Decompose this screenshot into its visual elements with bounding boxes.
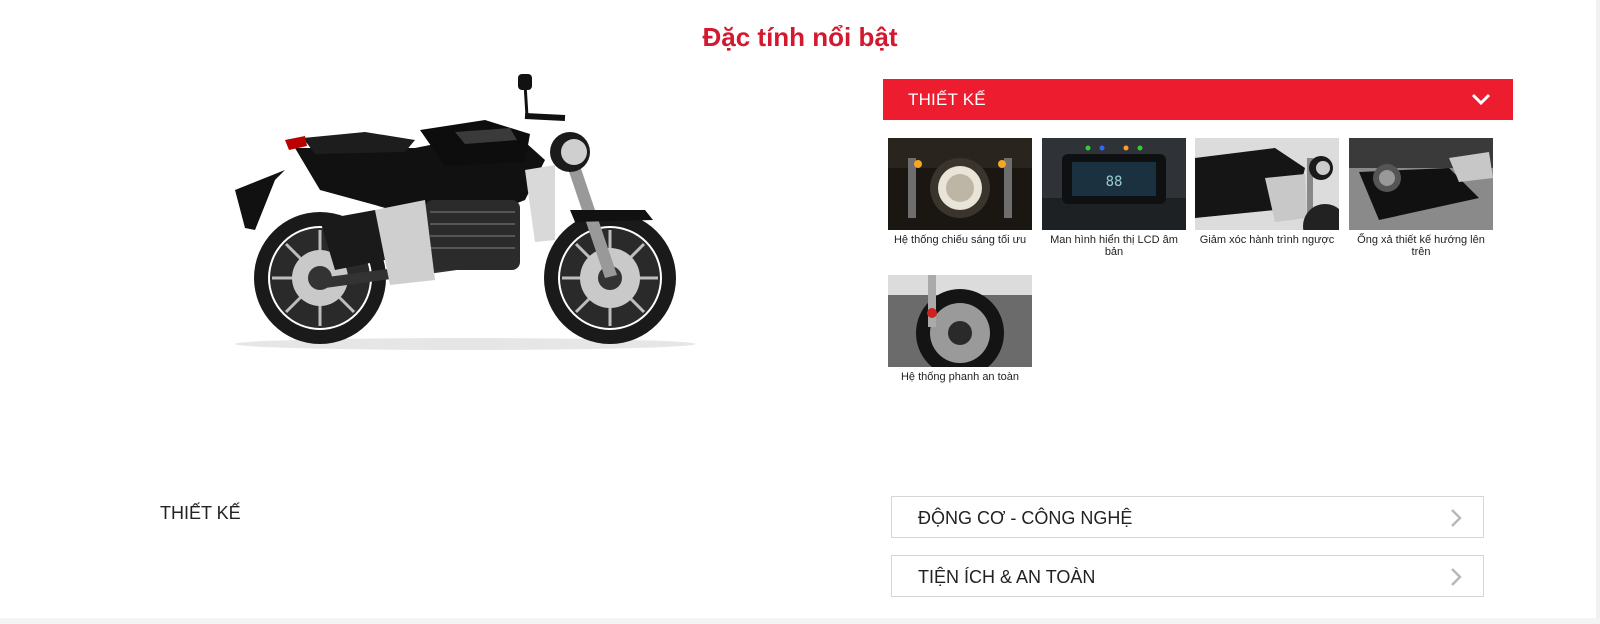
- lcd-display-image: 88: [1042, 138, 1186, 230]
- accordion-utility-safety-label: TIỆN ÍCH & AN TOÀN: [918, 567, 1096, 587]
- svg-text:88: 88: [1106, 174, 1123, 190]
- accordion-engine-tech-label: ĐỘNG CƠ - CÔNG NGHỆ: [918, 508, 1133, 528]
- feature-card-brake[interactable]: Hệ thống phanh an toàn: [888, 275, 1032, 383]
- design-section-label: THIẾT KẾ: [160, 503, 241, 523]
- brake-image: [888, 275, 1032, 367]
- page-right-edge: [1596, 0, 1600, 624]
- accordion-design-header[interactable]: THIẾT KẾ: [883, 79, 1513, 120]
- feature-caption: Hệ thống phanh an toàn: [900, 371, 1020, 383]
- accordion-utility-safety[interactable]: TIỆN ÍCH & AN TOÀN: [891, 555, 1484, 597]
- feature-caption: Ống xả thiết kế hướng lên trên: [1357, 234, 1485, 258]
- feature-card-lcd[interactable]: 88 Man hình hiển thị LCD âm bản: [1042, 138, 1186, 258]
- motorcycle-image: [225, 70, 705, 360]
- page-bottom-edge: [0, 618, 1600, 624]
- chevron-right-icon: [1451, 509, 1462, 527]
- page-title: Đặc tính nổi bật: [702, 22, 898, 52]
- feature-caption: Man hình hiển thị LCD âm bản: [1050, 234, 1178, 258]
- accordion-design-label: THIẾT KẾ: [908, 90, 986, 109]
- suspension-image: [1195, 138, 1339, 230]
- headlight-image: [888, 138, 1032, 230]
- feature-card-exhaust[interactable]: Ống xả thiết kế hướng lên trên: [1349, 138, 1493, 258]
- feature-card-lighting[interactable]: Hệ thống chiếu sáng tối ưu: [888, 138, 1032, 246]
- chevron-right-icon: [1451, 568, 1462, 586]
- accordion-engine-tech[interactable]: ĐỘNG CƠ - CÔNG NGHỆ: [891, 496, 1484, 538]
- feature-card-suspension[interactable]: Giảm xóc hành trình ngược: [1195, 138, 1339, 246]
- chevron-down-icon: [1471, 93, 1491, 106]
- feature-caption: Hệ thống chiếu sáng tối ưu: [893, 234, 1027, 246]
- exhaust-image: [1349, 138, 1493, 230]
- feature-caption: Giảm xóc hành trình ngược: [1199, 234, 1335, 246]
